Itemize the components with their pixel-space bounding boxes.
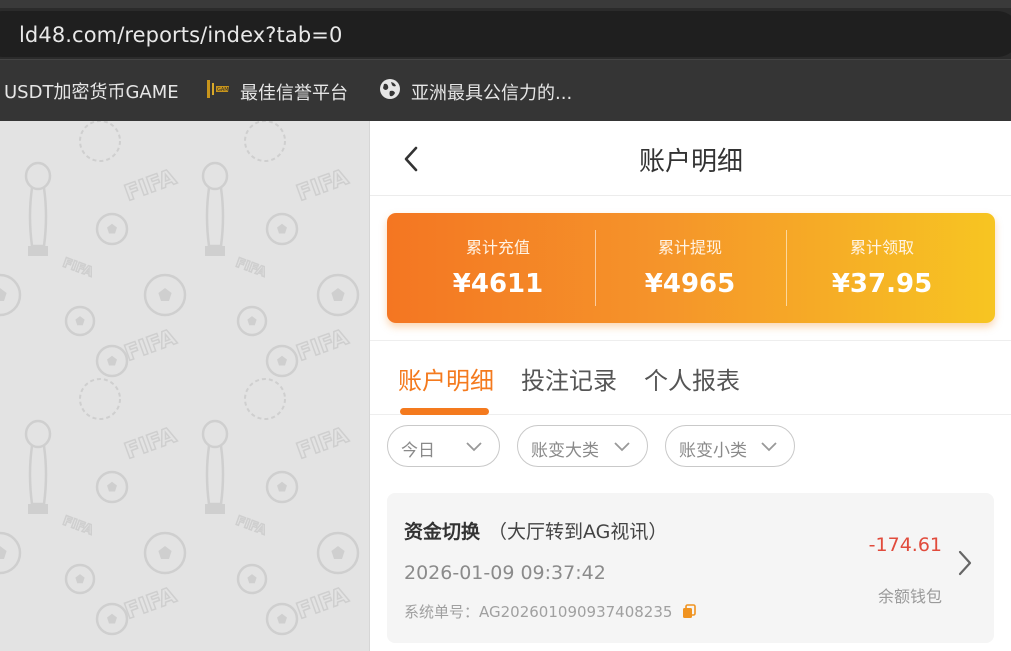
transaction-record[interactable]: 资金切换 （大厅转到AG视讯） 2026-01-09 09:37:42 系统单号：… xyxy=(387,493,994,643)
order-number: AG202601090937408235 xyxy=(479,602,673,621)
emblem-icon xyxy=(79,121,121,162)
tab-account-details[interactable]: 账户明细 xyxy=(398,361,494,396)
summary-value: ¥4611 xyxy=(452,269,544,299)
summary-value: ¥4965 xyxy=(644,269,736,299)
bookmark-asia-credibility[interactable]: 亚洲最具公信力的... xyxy=(379,78,572,105)
emblem-icon xyxy=(79,378,121,420)
order-label: 系统单号： xyxy=(404,603,480,621)
football-icon xyxy=(316,273,360,317)
copy-icon[interactable] xyxy=(682,604,697,619)
emblem-icon xyxy=(244,378,286,420)
address-bar: ld48.com/reports/index?tab=0 xyxy=(0,8,1011,59)
trophy-icon xyxy=(201,161,229,256)
fifa-pattern-text: FIFA xyxy=(61,514,95,539)
football-icon xyxy=(0,531,22,575)
football-icon xyxy=(143,273,187,317)
summary-label: 累计充值 xyxy=(465,238,530,257)
fifa-pattern-text: FIFA xyxy=(122,165,180,207)
football-icon xyxy=(95,344,129,378)
record-title: 资金切换 （大厅转到AG视讯） xyxy=(404,517,667,544)
football-icon xyxy=(64,563,96,595)
fifa-pattern-text: FIFA xyxy=(122,583,180,625)
football-icon xyxy=(265,602,299,636)
bookmark-label: 亚洲最具公信力的... xyxy=(411,82,573,104)
filter-bar: 今日 账变大类 账变小类 xyxy=(370,416,1011,478)
fifa-background-pattern: FIFA FIFA FIFA FIFA FIFA FIFA FIFA FIFA FIFA FI… xyxy=(0,121,369,651)
fifa-pattern-text: FIFA xyxy=(294,165,352,207)
tab-bar: 账户明细 投注记录 个人报表 xyxy=(370,341,1011,415)
tab-personal-report[interactable]: 个人报表 xyxy=(644,361,740,396)
svg-text:GAME: GAME xyxy=(217,87,230,93)
summary-label: 累计提现 xyxy=(657,238,722,257)
summary-card: 累计充值 ¥4611 累计提现 ¥4965 累计领取 ¥37.95 xyxy=(387,213,995,323)
chevron-down-icon xyxy=(614,442,630,452)
fifa-pattern-text: FIFA xyxy=(294,423,352,465)
football-icon xyxy=(236,305,268,337)
fifa-pattern-text: FIFA xyxy=(294,583,352,625)
chevron-down-icon xyxy=(761,442,777,452)
football-icon xyxy=(265,344,299,378)
filter-label: 今日 xyxy=(401,441,435,461)
page-title: 账户明细 xyxy=(638,147,743,177)
summary-label: 累计领取 xyxy=(849,238,914,257)
football-icon xyxy=(236,563,268,595)
football-icon xyxy=(316,531,360,575)
football-icon xyxy=(95,212,129,246)
football-icon xyxy=(0,273,22,317)
football-icon xyxy=(95,470,129,504)
record-wallet: 余额钱包 xyxy=(877,587,942,606)
football-icon xyxy=(265,470,299,504)
date-filter-select[interactable]: 今日 xyxy=(387,425,500,467)
bookmark-label: USDT加密货币GAME xyxy=(4,82,179,103)
gold-logo-icon: GAME xyxy=(206,78,232,105)
fifa-pattern-text: FIFA xyxy=(61,256,95,281)
football-icon xyxy=(143,531,187,575)
fifa-pattern-text: FIFA xyxy=(294,325,352,367)
url-field[interactable]: ld48.com/reports/index?tab=0 xyxy=(0,11,1011,57)
account-details-panel: 账户明细 累计充值 ¥4611 累计提现 ¥4965 累计领取 ¥37.95 账… xyxy=(369,121,1011,651)
fifa-pattern-text: FIFA xyxy=(234,514,268,539)
globe-icon xyxy=(379,78,401,105)
fifa-pattern-text: FIFA xyxy=(122,423,180,465)
url-text[interactable]: ld48.com/reports/index?tab=0 xyxy=(19,23,342,47)
chevron-right-icon[interactable] xyxy=(958,550,972,576)
category-filter-select[interactable]: 账变大类 xyxy=(517,425,648,467)
record-detail: （大厅转到AG视讯） xyxy=(488,521,668,543)
fifa-pattern-text: FIFA xyxy=(234,256,268,281)
total-claimed: 累计领取 ¥37.95 xyxy=(781,213,983,323)
active-tab-indicator xyxy=(400,408,489,415)
football-icon xyxy=(265,212,299,246)
subcategory-filter-select[interactable]: 账变小类 xyxy=(665,425,795,467)
trophy-icon xyxy=(24,161,52,256)
total-deposit: 累计充值 ¥4611 xyxy=(397,213,599,323)
record-order: 系统单号： AG202601090937408235 xyxy=(404,601,697,622)
bookmark-label: 最佳信誉平台 xyxy=(240,82,348,104)
football-icon xyxy=(95,602,129,636)
record-type: 资金切换 xyxy=(404,521,481,543)
bookmark-usdt[interactable]: USDT加密货币GAME xyxy=(4,78,179,104)
filter-label: 账变大类 xyxy=(531,441,599,461)
tab-bet-records[interactable]: 投注记录 xyxy=(521,361,617,396)
summary-value: ¥37.95 xyxy=(831,269,933,299)
total-withdrawal: 累计提现 ¥4965 xyxy=(589,213,791,323)
trophy-icon xyxy=(201,419,229,514)
football-icon xyxy=(64,305,96,337)
browser-top-strip xyxy=(0,0,1011,8)
bookmark-trusted-platform[interactable]: GAME 最佳信誉平台 xyxy=(206,78,348,105)
record-amount: -174.61 xyxy=(868,534,942,556)
bookmarks-bar: USDT加密货币GAME GAME 最佳信誉平台 亚洲最具公信力的... xyxy=(0,59,1011,121)
fifa-pattern-text: FIFA xyxy=(122,325,180,367)
pattern-graphic: FIFA FIFA FIFA FIFA FIFA FIFA FIFA FIFA FIFA FI… xyxy=(0,121,360,636)
emblem-icon xyxy=(244,121,286,162)
record-time: 2026-01-09 09:37:42 xyxy=(404,562,606,584)
page-header: 账户明细 xyxy=(370,121,1011,196)
filter-label: 账变小类 xyxy=(679,441,747,461)
chevron-down-icon xyxy=(466,442,482,452)
trophy-icon xyxy=(24,419,52,514)
